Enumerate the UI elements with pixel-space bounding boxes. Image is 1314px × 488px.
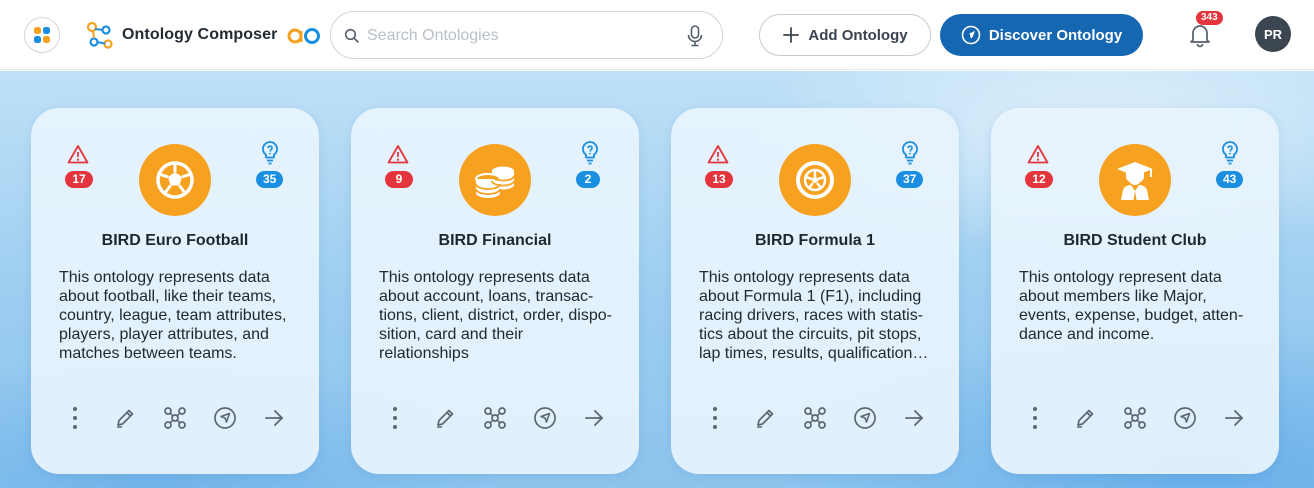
notification-count-badge: 343 xyxy=(1196,11,1223,25)
ontology-card-formula-1[interactable]: 13 37 BIRD Formula 1 This ontology repre… xyxy=(671,108,959,474)
ontology-network-icon xyxy=(86,21,113,49)
card-title: BIRD Euro Football xyxy=(101,232,249,249)
card-actions xyxy=(991,404,1279,432)
plus-icon xyxy=(783,27,800,43)
navigation-icon[interactable] xyxy=(1171,404,1199,432)
more-options-icon[interactable] xyxy=(1021,404,1049,432)
graduate-icon xyxy=(1099,144,1171,216)
app-title: Ontology Composer xyxy=(122,26,278,43)
wheel-icon xyxy=(779,144,851,216)
football-icon xyxy=(139,144,211,216)
graph-icon[interactable] xyxy=(801,404,829,432)
navigation-icon[interactable] xyxy=(531,404,559,432)
search-bar xyxy=(330,11,723,59)
ontology-card-euro-football[interactable]: 17 35 BIRD Euro Football This ontology r… xyxy=(31,108,319,474)
app-grid-icon xyxy=(34,27,50,43)
lightbulb-icon xyxy=(262,141,278,165)
edit-icon[interactable] xyxy=(111,404,139,432)
add-ontology-label: Add Ontology xyxy=(808,26,908,44)
ontology-grid: 17 35 BIRD Euro Football This ontology r… xyxy=(0,71,1314,488)
navigation-icon[interactable] xyxy=(211,404,239,432)
more-options-icon[interactable] xyxy=(701,404,729,432)
top-header: Ontology Composer Add Ontology xyxy=(0,0,1314,70)
edit-icon[interactable] xyxy=(1071,404,1099,432)
suggestions-count-badge[interactable]: 35 xyxy=(256,171,284,188)
app-launcher-button[interactable] xyxy=(24,17,60,53)
arrow-right-icon[interactable] xyxy=(580,404,608,432)
warnings-count-badge[interactable]: 12 xyxy=(1025,171,1053,188)
search-input[interactable] xyxy=(367,22,677,50)
card-description: This ontology represents data about Form… xyxy=(699,269,929,362)
user-avatar[interactable]: PR xyxy=(1255,16,1291,52)
arrow-right-icon[interactable] xyxy=(1220,404,1248,432)
card-description: This ontology represents data about foot… xyxy=(59,269,287,362)
coins-icon xyxy=(459,144,531,216)
card-title: BIRD Financial xyxy=(438,232,552,249)
ontology-card-student-club[interactable]: 12 43 BIRD Student Club This ontology re… xyxy=(991,108,1279,474)
card-title: BIRD Formula 1 xyxy=(754,232,875,249)
warning-icon xyxy=(1027,145,1049,164)
navigation-icon[interactable] xyxy=(851,404,879,432)
card-actions xyxy=(351,404,639,432)
warning-icon xyxy=(387,145,409,164)
brand[interactable]: Ontology Composer xyxy=(86,20,277,50)
suggestions-count-badge[interactable]: 43 xyxy=(1216,171,1244,188)
ontology-card-financial[interactable]: 9 2 BIRD Financial This ontology represe… xyxy=(351,108,639,474)
graph-icon[interactable] xyxy=(161,404,189,432)
warnings-count-badge[interactable]: 17 xyxy=(65,171,93,188)
warning-icon xyxy=(707,145,729,164)
edit-icon[interactable] xyxy=(751,404,779,432)
notification-bell-icon[interactable] xyxy=(1186,21,1214,49)
warnings-count-badge[interactable]: 9 xyxy=(385,171,413,188)
warning-icon xyxy=(67,145,89,164)
graph-icon[interactable] xyxy=(1121,404,1149,432)
suggestions-count-badge[interactable]: 2 xyxy=(576,171,600,188)
navigation-icon xyxy=(961,25,981,45)
edit-icon[interactable] xyxy=(431,404,459,432)
lightbulb-icon xyxy=(902,141,918,165)
discover-ontology-button[interactable]: Discover Ontology xyxy=(940,14,1143,56)
card-actions xyxy=(671,404,959,432)
discover-ontology-label: Discover Ontology xyxy=(988,26,1123,44)
add-ontology-button[interactable]: Add Ontology xyxy=(759,14,931,56)
search-icon xyxy=(344,28,359,43)
card-actions xyxy=(31,404,319,432)
graph-icon[interactable] xyxy=(481,404,509,432)
ao-logo xyxy=(287,28,320,44)
card-description: This ontology represent data about membe… xyxy=(1019,269,1244,343)
warnings-count-badge[interactable]: 13 xyxy=(705,171,733,188)
more-options-icon[interactable] xyxy=(381,404,409,432)
more-options-icon[interactable] xyxy=(61,404,89,432)
microphone-icon[interactable] xyxy=(684,24,706,48)
arrow-right-icon[interactable] xyxy=(900,404,928,432)
arrow-right-icon[interactable] xyxy=(260,404,288,432)
card-title: BIRD Student Club xyxy=(1063,232,1207,249)
card-description: This ontology represents data about acco… xyxy=(379,269,612,362)
lightbulb-icon xyxy=(1222,141,1238,165)
lightbulb-icon xyxy=(582,141,598,165)
suggestions-count-badge[interactable]: 37 xyxy=(896,171,924,188)
